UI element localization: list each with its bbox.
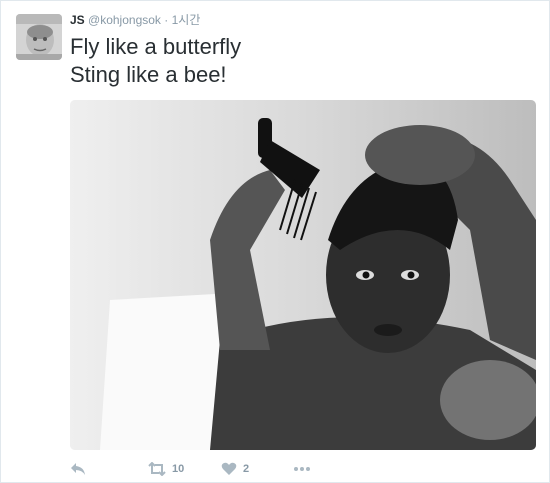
- retweet-icon: [148, 462, 166, 476]
- reply-button[interactable]: [70, 459, 86, 479]
- author-handle[interactable]: @kohjongsok: [88, 13, 161, 27]
- separator-dot: ·: [164, 13, 169, 27]
- tweet-text: Fly like a butterfly Sting like a bee!: [70, 33, 241, 89]
- avatar-image: [16, 14, 62, 60]
- like-button[interactable]: 2: [221, 459, 249, 479]
- like-count: 2: [243, 463, 250, 475]
- tweet-header: JS @kohjongsok · 1시간: [70, 11, 200, 29]
- tweet-card[interactable]: JS @kohjongsok · 1시간 Fly like a butterfl…: [0, 0, 550, 483]
- heart-icon: [221, 462, 237, 475]
- tweet-time[interactable]: 1시간: [172, 13, 201, 27]
- tweet-text-line-2: Sting like a bee!: [70, 62, 227, 87]
- reply-icon: [71, 463, 85, 475]
- tweet-text-line-1: Fly like a butterfly: [70, 34, 242, 59]
- retweet-button[interactable]: 10: [148, 459, 184, 479]
- photo-image: [70, 100, 536, 450]
- more-icon: [294, 467, 310, 471]
- avatar[interactable]: [16, 14, 62, 60]
- tweet-photo[interactable]: [70, 100, 536, 450]
- more-button[interactable]: [293, 459, 311, 479]
- tweet-actions: 10 2: [70, 459, 370, 479]
- author-name[interactable]: JS: [70, 13, 85, 27]
- retweet-count: 10: [172, 463, 185, 475]
